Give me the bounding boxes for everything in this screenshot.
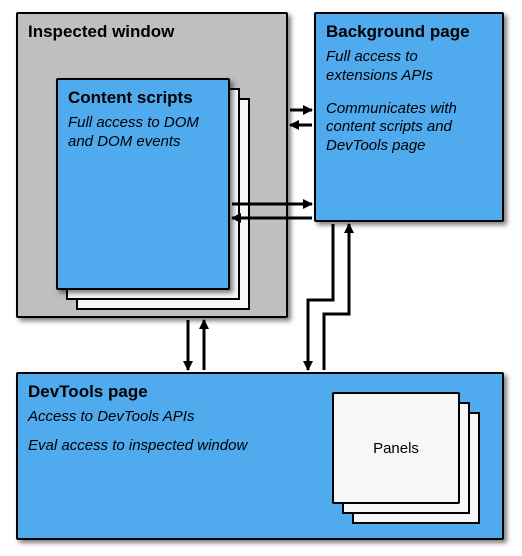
panels-label: Panels [373, 440, 419, 457]
devtools-page-desc2: Eval access to inspected window [28, 437, 308, 456]
arrow-devtools-to-background [324, 224, 349, 370]
devtools-page-desc1: Access to DevTools APIs [28, 408, 308, 427]
arrow-background-to-devtools [308, 224, 333, 370]
content-scripts-title: Content scripts [68, 88, 218, 108]
diagram-stage: Inspected window Content scripts Full ac… [0, 0, 522, 556]
content-scripts-desc: Full access to DOM and DOM events [68, 114, 208, 152]
inspected-window-title: Inspected window [28, 22, 276, 42]
background-page-title: Background page [326, 22, 492, 42]
background-page-desc1: Full access to extensions APIs [326, 48, 492, 86]
content-scripts-box: Content scripts Full access to DOM and D… [56, 78, 230, 290]
background-page-desc2: Communicates with content scripts and De… [326, 100, 492, 156]
background-page-box: Background page Full access to extension… [314, 12, 504, 222]
panels-box: Panels [332, 392, 460, 504]
